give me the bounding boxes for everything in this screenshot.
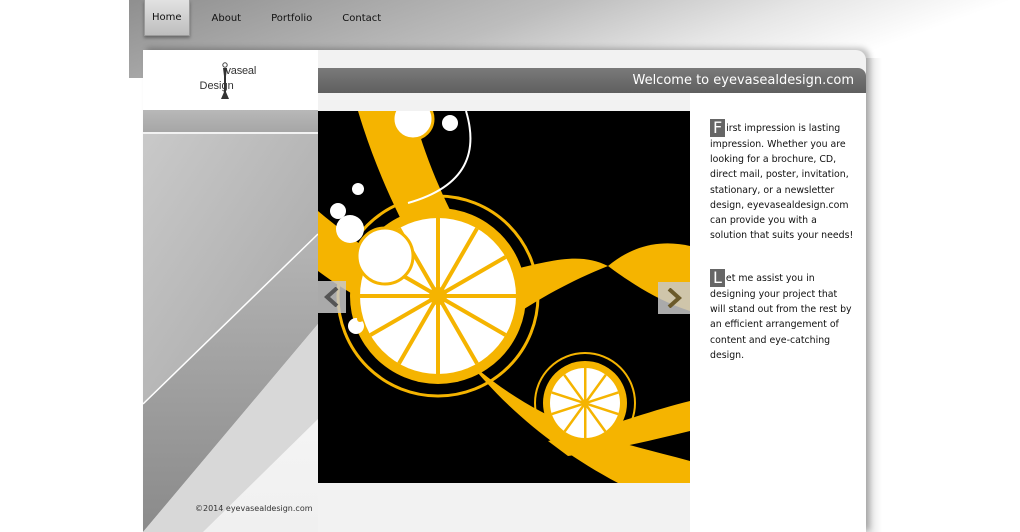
logo-box[interactable]: vaseal Design — [143, 50, 318, 110]
slider-prev-button[interactable] — [318, 281, 346, 313]
footer-copyright: ©2014 eyevasealdesign.com — [195, 504, 313, 513]
site-logo[interactable]: vaseal Design — [196, 58, 266, 102]
header-bar: Welcome to eyevasealdesign.com — [318, 68, 866, 93]
chevron-right-icon — [667, 288, 682, 308]
left-column: vaseal Design ©2014 eyevasealdesign.com — [143, 50, 318, 532]
gray-strip — [143, 110, 318, 132]
slider-next-button[interactable] — [658, 282, 690, 314]
chevron-left-icon — [324, 287, 339, 307]
decorative-gradient-panel — [143, 134, 318, 532]
nav-about[interactable]: About — [203, 0, 251, 36]
main-nav: Home About Portfolio Contact — [144, 0, 402, 36]
main-panel: vaseal Design ©2014 eyevasealdesign.com … — [143, 50, 866, 532]
intro-paragraph-2-text: et me assist you in designing your proje… — [710, 273, 852, 361]
logo-text-bottom: Design — [199, 80, 234, 92]
intro-paragraph-1: First impression is lasting impression. … — [710, 119, 855, 243]
intro-paragraph-2: Let me assist you in designing your proj… — [710, 269, 855, 363]
logo-text-top: vaseal — [225, 65, 257, 77]
dropcap-1: F — [710, 119, 726, 137]
dropcap-2: L — [710, 269, 725, 287]
nav-portfolio[interactable]: Portfolio — [262, 0, 321, 36]
panel-shadow — [866, 58, 882, 532]
image-slider[interactable] — [318, 111, 690, 483]
page-title: Welcome to eyevasealdesign.com — [632, 73, 854, 88]
nav-home[interactable]: Home — [144, 0, 190, 36]
nav-contact[interactable]: Contact — [333, 0, 390, 36]
intro-text-column: First impression is lasting impression. … — [690, 93, 866, 532]
slide-image — [318, 111, 690, 483]
intro-paragraph-1-text: irst impression is lasting impression. W… — [710, 123, 854, 242]
